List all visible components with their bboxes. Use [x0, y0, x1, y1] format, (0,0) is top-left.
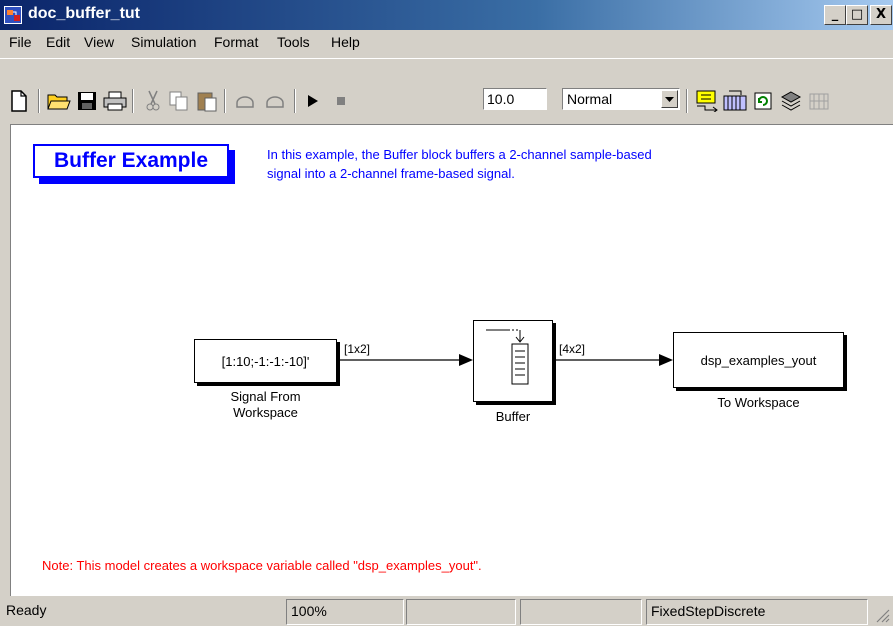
buffer-glyph-icon — [486, 329, 529, 385]
buffer-block-label[interactable]: Buffer — [473, 409, 553, 425]
scissors-icon[interactable] — [140, 85, 166, 117]
maximize-button[interactable]: □ — [846, 5, 868, 25]
play-icon[interactable] — [300, 85, 326, 117]
output-signal-dimension: [4x2] — [559, 342, 586, 356]
source-block-value: [1:10;-1:-1:-10]' — [221, 353, 310, 369]
open-folder-icon[interactable] — [46, 85, 72, 117]
stop-time-input[interactable]: 10.0 — [483, 88, 547, 110]
signal-arrowhead — [459, 354, 473, 366]
printer-icon[interactable] — [102, 85, 128, 117]
library-icon[interactable] — [722, 85, 748, 117]
title-bar[interactable]: doc_buffer_tut _ □ X — [0, 0, 893, 30]
status-zoom: 100% — [286, 599, 404, 625]
source-block-label[interactable]: Signal From Workspace — [194, 389, 337, 421]
status-empty-1 — [406, 599, 516, 625]
menu-format[interactable]: Format — [214, 34, 258, 50]
chevron-down-icon[interactable] — [661, 90, 678, 108]
simulation-mode-select[interactable]: Normal — [562, 88, 680, 110]
to-workspace-block[interactable]: dsp_examples_yout — [673, 332, 844, 388]
minimize-button[interactable]: _ — [824, 5, 846, 25]
resize-grip-icon[interactable] — [872, 605, 890, 623]
save-disk-icon[interactable] — [74, 85, 100, 117]
paste-icon[interactable] — [194, 85, 220, 117]
model-window: doc_buffer_tut _ □ X File Edit View Simu… — [0, 0, 893, 626]
sink-block-label[interactable]: To Workspace — [673, 395, 844, 411]
model-canvas[interactable]: Buffer Example In this example, the Buff… — [10, 124, 893, 596]
window-title: doc_buffer_tut — [28, 5, 140, 22]
source-label-line-2: Workspace — [233, 405, 298, 420]
menu-view[interactable]: View — [84, 34, 114, 50]
menu-edit[interactable]: Edit — [46, 34, 70, 50]
redo-icon[interactable] — [262, 85, 288, 117]
refresh-icon[interactable] — [750, 85, 776, 117]
input-signal-dimension: [1x2] — [344, 342, 371, 356]
menu-simulation[interactable]: Simulation — [131, 34, 196, 50]
sink-block-value: dsp_examples_yout — [700, 352, 817, 368]
undo-icon[interactable] — [232, 85, 258, 117]
buffer-block[interactable] — [473, 320, 553, 402]
status-solver: FixedStepDiscrete — [646, 599, 868, 625]
menu-bar: File Edit View Simulation Format Tools H… — [0, 30, 893, 56]
signal-from-workspace-block[interactable]: [1:10;-1:-1:-10]' — [194, 339, 337, 383]
menu-file[interactable]: File — [9, 34, 32, 50]
menu-tools[interactable]: Tools — [277, 34, 310, 50]
status-bar: Ready 100% FixedStepDiscrete — [0, 597, 893, 626]
source-label-line-1: Signal From — [230, 389, 301, 404]
simulink-model-icon — [4, 6, 22, 24]
status-empty-2 — [520, 599, 642, 625]
workspace-note[interactable]: Note: This model creates a workspace var… — [42, 558, 482, 573]
new-file-icon[interactable] — [6, 85, 32, 117]
toolbar — [0, 58, 893, 118]
debug-icon[interactable] — [806, 85, 832, 117]
stop-icon[interactable] — [328, 85, 354, 117]
close-button[interactable]: X — [870, 5, 892, 25]
explorer-icon[interactable] — [778, 85, 804, 117]
signal-arrowhead — [659, 354, 673, 366]
menu-help[interactable]: Help — [331, 34, 360, 50]
build-icon[interactable] — [694, 85, 720, 117]
copy-icon[interactable] — [166, 85, 192, 117]
simulation-mode-value: Normal — [567, 91, 613, 107]
status-ready: Ready — [6, 602, 47, 618]
